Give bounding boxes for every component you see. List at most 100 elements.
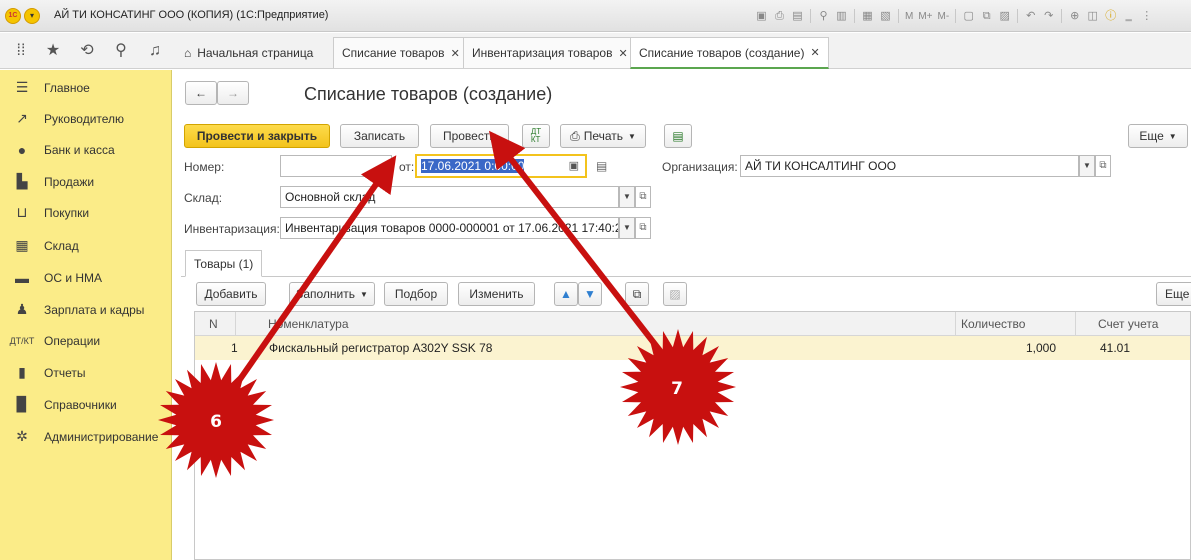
inventory-field[interactable]: Инвентаризация товаров 0000-000001 от 17… — [280, 217, 619, 239]
column-account[interactable]: Счет учета — [1098, 317, 1158, 331]
select-button[interactable]: Подбор — [384, 282, 448, 306]
memory-m-button[interactable]: M — [904, 9, 914, 24]
preview-icon[interactable]: ▤ — [790, 9, 805, 24]
print-button[interactable]: ⎙ Печать ▼ — [560, 124, 646, 148]
calculator-icon[interactable]: ▦ — [860, 9, 875, 24]
sidebar-item-purchases[interactable]: ⊔ Покупки — [0, 197, 172, 228]
structure-icon: ▤ — [672, 129, 684, 143]
add-button[interactable]: Добавить — [196, 282, 266, 306]
tab-writeoff-create[interactable]: Списание товаров (создание) ✕ — [630, 37, 829, 69]
new-doc-icon[interactable]: ▢ — [961, 9, 976, 24]
close-icon[interactable]: ✕ — [618, 47, 627, 60]
attach-icon[interactable]: ▥ — [834, 9, 849, 24]
move-up-button[interactable]: ▲ — [554, 282, 578, 306]
minimize-icon[interactable]: ‗ — [1121, 9, 1136, 24]
back-button[interactable]: ← — [185, 81, 217, 105]
move-down-button[interactable]: ▼ — [578, 282, 602, 306]
sidebar-item-label: Склад — [44, 238, 79, 253]
history-list-icon[interactable]: ▤ — [596, 159, 607, 173]
post-button[interactable]: Провести — [430, 124, 509, 148]
sidebar-item-admin[interactable]: ✲ Администрирование — [0, 421, 172, 452]
tab-goods[interactable]: Товары (1) — [185, 250, 263, 277]
sidebar-item-label: Покупки — [44, 205, 90, 220]
sidebar-item-bank[interactable]: ● Банк и касса — [0, 134, 172, 165]
sidebar-item-reports[interactable]: ▮ Отчеты — [0, 357, 172, 388]
bell-icon[interactable]: ♫ — [146, 42, 164, 60]
fill-button[interactable]: Заполнить ▼ — [289, 282, 375, 306]
tab-writeoff[interactable]: Списание товаров ✕ — [333, 37, 469, 68]
tab-home[interactable]: ⌂ Начальная страница — [176, 37, 321, 68]
warehouse-open-icon[interactable]: ⧉ — [635, 186, 651, 208]
sidebar-item-warehouse[interactable]: ▦ Склад — [0, 230, 172, 261]
tabs-bar: ⁞⁞ ★ ⟲ ⚲ ♫ ⌂ Начальная страница Списание… — [0, 33, 1191, 69]
number-field[interactable] — [280, 155, 392, 177]
post-and-close-button[interactable]: Провести и закрыть — [184, 124, 330, 148]
info-icon[interactable]: ⓘ — [1103, 9, 1118, 24]
close-icon[interactable]: ✕ — [810, 46, 819, 59]
calendar-icon[interactable]: ▣ — [569, 159, 579, 172]
1c-logo-icon[interactable]: 1С — [5, 8, 21, 24]
sidebar-item-main[interactable]: ☰ Главное — [0, 72, 172, 103]
save-button[interactable]: Записать — [340, 124, 419, 148]
tab-label: Списание товаров (создание) — [639, 45, 805, 60]
history-icon[interactable]: ⟲ — [78, 42, 96, 60]
paste-row-button[interactable]: ▨ — [663, 282, 687, 306]
truck-icon: ▬ — [15, 269, 29, 286]
trend-icon: ↗ — [16, 110, 28, 126]
column-divider — [235, 312, 236, 336]
sidebar-item-operations[interactable]: ДТ/КТ Операции — [0, 325, 172, 356]
date-field[interactable]: 17.06.2021 0:00:00 ▣ — [415, 154, 587, 178]
more-window-icon[interactable]: ⋮ — [1139, 9, 1154, 24]
zoom-icon[interactable]: ⊕ — [1067, 9, 1082, 24]
organization-dropdown[interactable]: ▼ — [1079, 155, 1095, 177]
column-item[interactable]: Номенклатура — [268, 317, 349, 331]
forward-icon[interactable]: ↷ — [1041, 9, 1056, 24]
warehouse-dropdown[interactable]: ▼ — [619, 186, 635, 208]
paste-icon[interactable]: ▨ — [997, 9, 1012, 24]
search-icon[interactable]: ⚲ — [112, 42, 130, 60]
sidebar-item-manager[interactable]: ↗ Руководителю — [0, 103, 172, 134]
memory-plus-button[interactable]: M+ — [917, 9, 933, 24]
inventory-dropdown[interactable]: ▼ — [619, 217, 635, 239]
organization-open-icon[interactable]: ⧉ — [1095, 155, 1111, 177]
arrow-down-icon: ▼ — [584, 287, 596, 301]
link-icon[interactable]: ⚲ — [816, 9, 831, 24]
warehouse-field[interactable]: Основной склад — [280, 186, 619, 208]
memory-minus-button[interactable]: M- — [937, 9, 951, 24]
sidebar-item-catalogs[interactable]: ▉ Справочники — [0, 389, 172, 420]
table-more-button[interactable]: Еще — [1156, 282, 1191, 306]
panel-icon[interactable]: ◫ — [1085, 9, 1100, 24]
close-icon[interactable]: ✕ — [451, 47, 460, 60]
sidebar-item-assets[interactable]: ▬ ОС и НМА — [0, 262, 172, 293]
copy-icon[interactable]: ⧉ — [979, 9, 994, 24]
chevron-down-icon: ▼ — [628, 131, 636, 141]
structure-button[interactable]: ▤ — [664, 124, 692, 148]
save-icon[interactable]: ▣ — [754, 9, 769, 24]
inventory-label: Инвентаризация: — [184, 222, 280, 236]
apps-grid-icon[interactable]: ⁞⁞ — [12, 42, 30, 60]
warehouse-label: Склад: — [184, 191, 223, 205]
sidebar-item-label: Руководителю — [44, 111, 125, 126]
change-button[interactable]: Изменить — [458, 282, 535, 306]
table-row[interactable]: 1 Фискальный регистратор A302Y SSK 78 1,… — [195, 336, 1190, 360]
forward-button[interactable]: → — [217, 81, 249, 105]
tab-divider — [181, 276, 1191, 277]
print-icon[interactable]: ⎙ — [772, 9, 787, 24]
main-menu-icon[interactable]: ▾ — [24, 8, 40, 24]
back-icon[interactable]: ↶ — [1023, 9, 1038, 24]
tab-inventory[interactable]: Инвентаризация товаров ✕ — [463, 37, 637, 68]
sidebar-item-salary[interactable]: ♟ Зарплата и кадры — [0, 294, 172, 325]
number-label: Номер: — [184, 160, 225, 174]
calendar-icon[interactable]: ▧ — [878, 9, 893, 24]
column-divider — [1075, 312, 1076, 336]
organization-field[interactable]: АЙ ТИ КОНСАЛТИНГ ООО — [740, 155, 1079, 177]
row-qty: 1,000 — [1026, 341, 1057, 355]
dt-kt-button[interactable]: ДТ КТ — [522, 124, 550, 148]
sidebar-item-sales[interactable]: ▙ Продажи — [0, 166, 172, 197]
more-button[interactable]: Еще ▼ — [1128, 124, 1188, 148]
inventory-open-icon[interactable]: ⧉ — [635, 217, 651, 239]
favorites-star-icon[interactable]: ★ — [44, 42, 62, 60]
copy-row-button[interactable]: ⧉ — [625, 282, 649, 306]
column-n[interactable]: N — [209, 317, 218, 331]
column-qty[interactable]: Количество — [961, 317, 1025, 331]
